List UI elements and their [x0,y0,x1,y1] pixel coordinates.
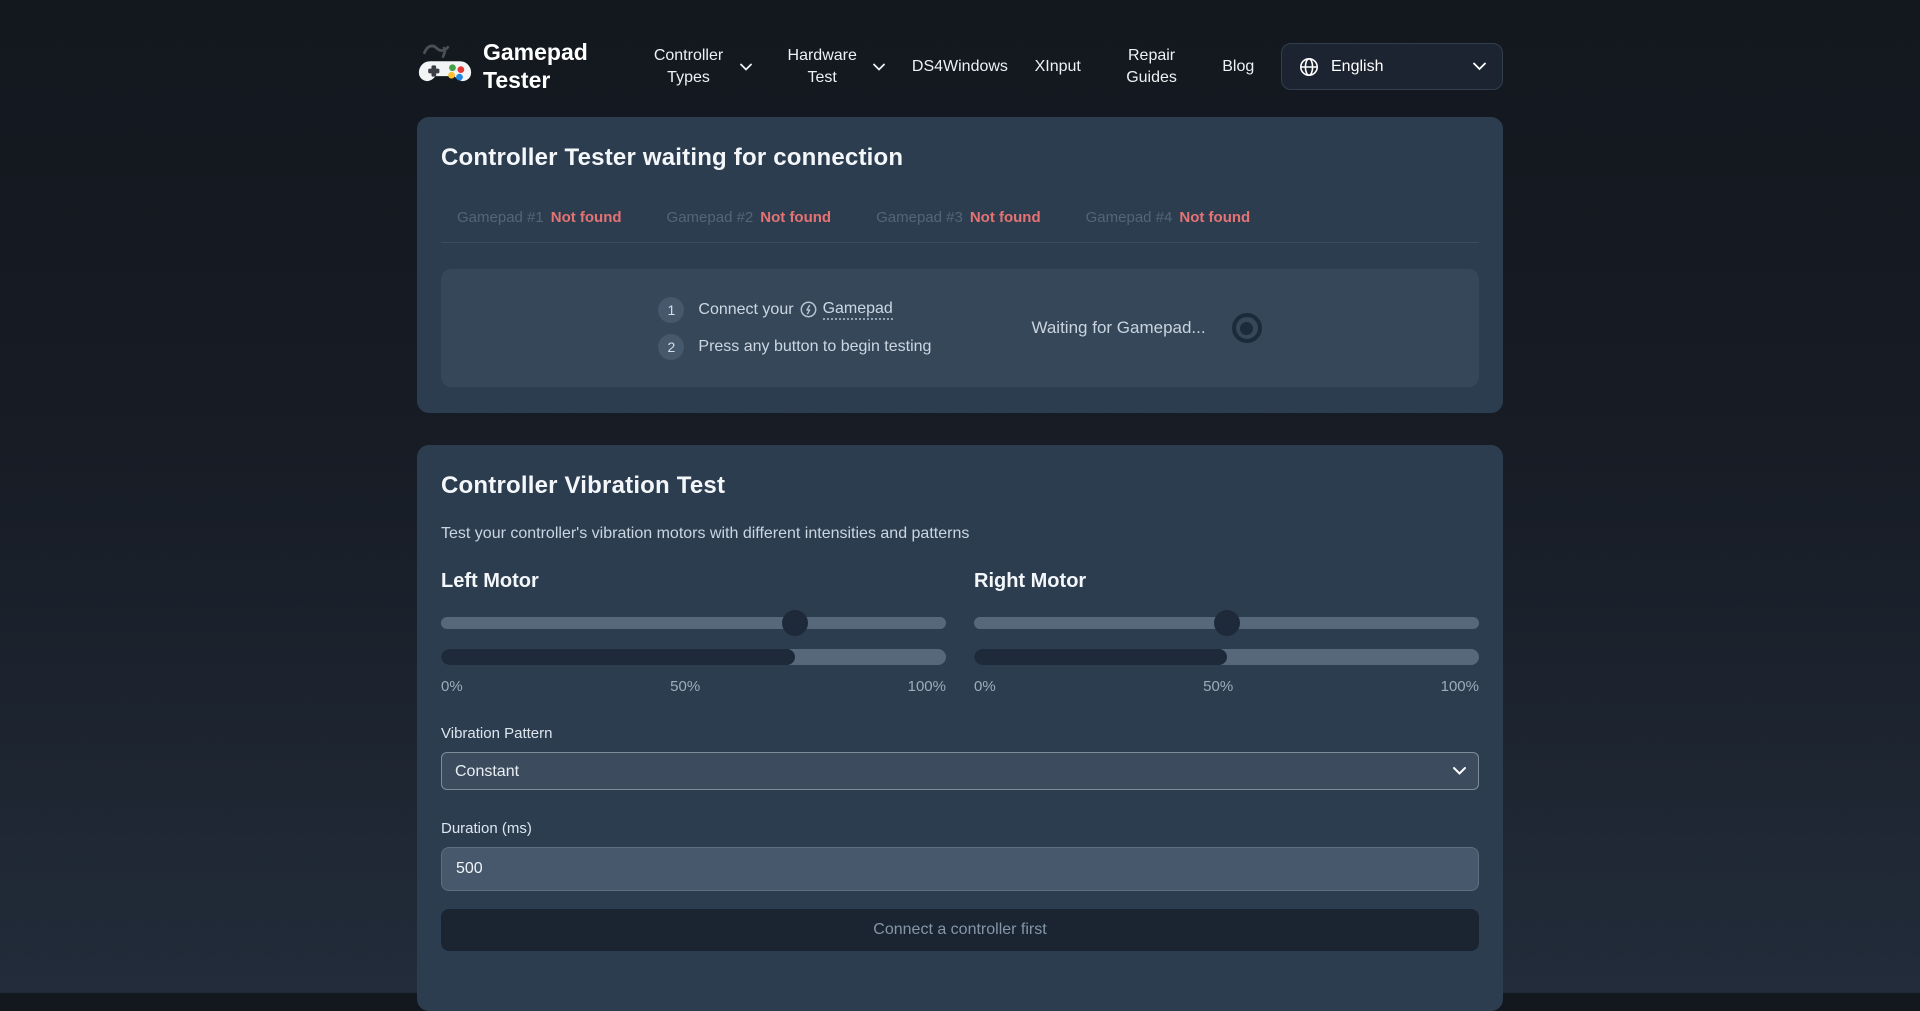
nav-hardware-test[interactable]: Hardware Test [778,45,885,88]
vibration-card-title: Controller Vibration Test [441,472,1479,500]
site-header: Gamepad Tester Controller Types Hardware… [0,0,1920,95]
gamepad-logo-icon [417,38,473,95]
vibration-card: Controller Vibration Test Test your cont… [417,445,1503,1011]
vibration-card-description: Test your controller's vibration motors … [441,525,1479,543]
left-motor-slider[interactable] [441,610,946,636]
step-number-badge: 1 [658,297,684,323]
waiting-status: Waiting for Gamepad... [1031,313,1261,343]
left-motor-scale: 0% 50% 100% [441,678,946,695]
left-motor: Left Motor 0% 50% 100% [441,570,946,695]
right-motor-title: Right Motor [974,570,1479,593]
status-badge: Not found [760,209,831,226]
left-motor-progress [441,649,946,665]
status-badge: Not found [970,209,1041,226]
vibrate-button[interactable]: Connect a controller first [441,909,1479,951]
language-selector[interactable]: English [1281,43,1503,90]
logo-title: Gamepad Tester [483,39,588,93]
loading-spinner-icon [1232,313,1262,343]
nav-blog[interactable]: Blog [1222,56,1254,78]
waiting-panel: 1 Connect your Gamepad 2 [441,269,1479,387]
chevron-down-icon [740,63,752,71]
vibration-pattern-select[interactable]: Constant [441,752,1479,790]
right-motor-progress-fill [974,649,1227,665]
connection-card: Controller Tester waiting for connection… [417,117,1503,413]
gamepad-tab-2[interactable]: Gamepad #2 Not found [667,209,832,226]
gamepad-tab-1[interactable]: Gamepad #1 Not found [457,209,622,226]
status-badge: Not found [551,209,622,226]
duration-label: Duration (ms) [441,820,1479,837]
chevron-down-icon [1473,62,1486,71]
vibration-pattern-label: Vibration Pattern [441,725,1479,742]
status-badge: Not found [1179,209,1250,226]
right-motor-scale: 0% 50% 100% [974,678,1479,695]
chevron-down-icon [873,63,885,71]
slider-track [441,617,946,629]
right-motor-progress [974,649,1479,665]
left-motor-slider-thumb[interactable] [782,610,808,636]
motor-controls: Left Motor 0% 50% 100% Right Motor [441,570,1479,695]
right-motor: Right Motor 0% 50% 100% [974,570,1479,695]
step-connect-gamepad: 1 Connect your Gamepad [658,297,931,323]
main-nav: Controller Types Hardware Test DS4Window… [618,45,1281,88]
connection-card-title: Controller Tester waiting for connection [441,144,1479,172]
step-press-button: 2 Press any button to begin testing [658,334,931,360]
globe-icon [1298,56,1320,78]
language-value: English [1331,58,1383,76]
connect-gamepad-icon [800,301,817,318]
nav-xinput[interactable]: XInput [1035,56,1081,78]
nav-ds4windows[interactable]: DS4Windows [912,56,1008,78]
right-motor-slider[interactable] [974,610,1479,636]
nav-repair-guides[interactable]: Repair Guides [1108,45,1196,88]
duration-input[interactable] [441,847,1479,891]
gamepad-tooltip-link[interactable]: Gamepad [823,300,893,320]
left-motor-progress-fill [441,649,795,665]
gamepad-tabs: Gamepad #1 Not found Gamepad #2 Not foun… [441,209,1479,243]
step-number-badge: 2 [658,334,684,360]
logo[interactable]: Gamepad Tester [417,38,588,95]
right-motor-slider-thumb[interactable] [1214,610,1240,636]
gamepad-tab-4[interactable]: Gamepad #4 Not found [1086,209,1251,226]
left-motor-title: Left Motor [441,570,946,593]
gamepad-tab-3[interactable]: Gamepad #3 Not found [876,209,1041,226]
main-content: Controller Tester waiting for connection… [0,117,1920,1011]
waiting-text: Waiting for Gamepad... [1031,318,1205,338]
nav-controller-types[interactable]: Controller Types [645,45,752,88]
connect-steps: 1 Connect your Gamepad 2 [658,297,931,360]
